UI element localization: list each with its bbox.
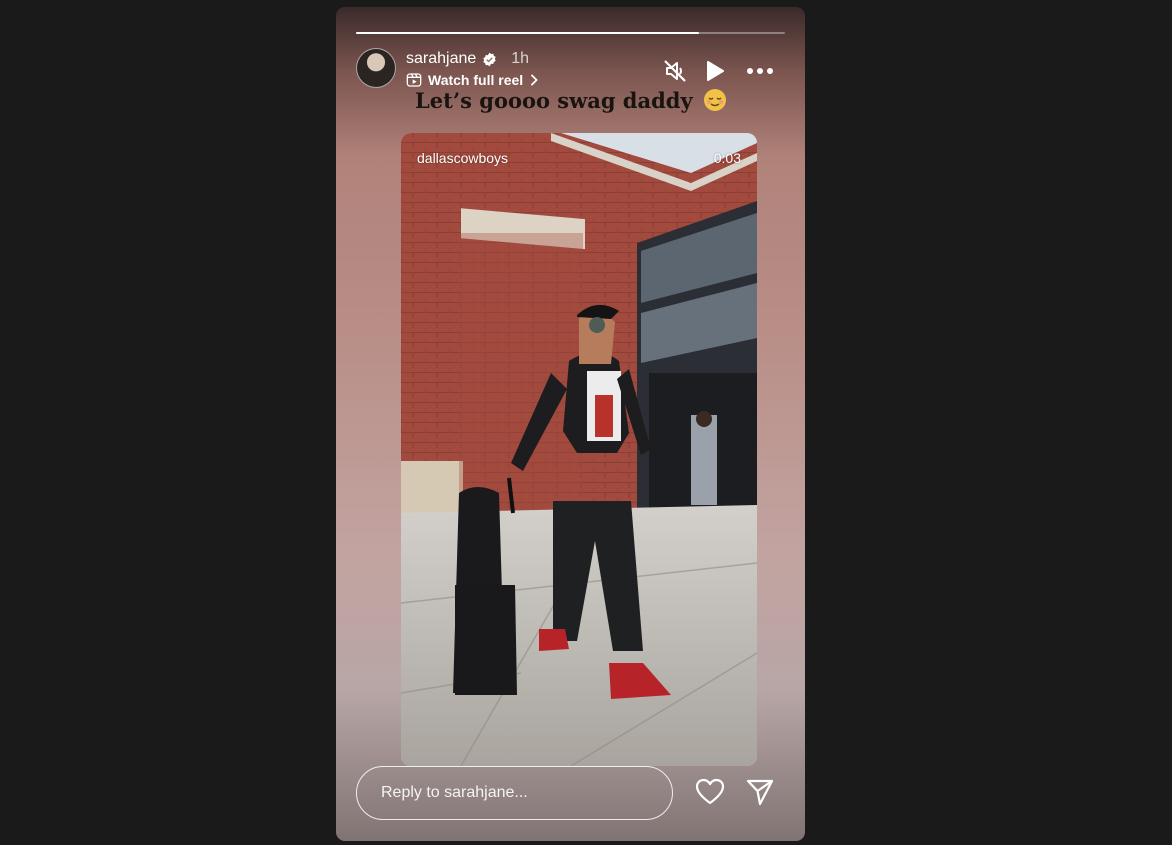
story-progress-bar [356,32,785,34]
story-progress-fill [356,32,700,34]
story-caption: Let’s goooo swag daddy [336,88,805,113]
story-time: 1h [511,50,530,67]
avatar[interactable] [356,48,396,88]
reels-icon [406,73,422,87]
story-viewer: sarahjane 1h Watch full reel Let’s goooo… [336,7,805,841]
verified-badge-icon [483,52,496,66]
watch-full-reel-link[interactable]: Watch full reel [406,70,539,90]
chevron-right-icon [530,74,538,86]
video-timestamp: 0:03 [713,150,741,166]
story-video[interactable]: dallascowboys 0:03 [401,133,757,766]
man-with-luggage-walking-photo [401,133,757,766]
relieved-face-emoji [703,89,726,111]
caption-text: Let’s goooo swag daddy [415,88,693,113]
story-header-user: sarahjane 1h [406,49,529,69]
heart-icon[interactable] [695,777,725,807]
more-dots-icon[interactable] [746,57,774,85]
watch-full-reel-label: Watch full reel [428,72,524,88]
reply-input[interactable] [356,766,673,820]
send-icon[interactable] [745,777,775,807]
muted-speaker-icon[interactable] [661,57,689,85]
username[interactable]: sarahjane [406,50,476,68]
video-source-label: dallascowboys [417,150,509,166]
play-icon[interactable] [700,57,728,85]
